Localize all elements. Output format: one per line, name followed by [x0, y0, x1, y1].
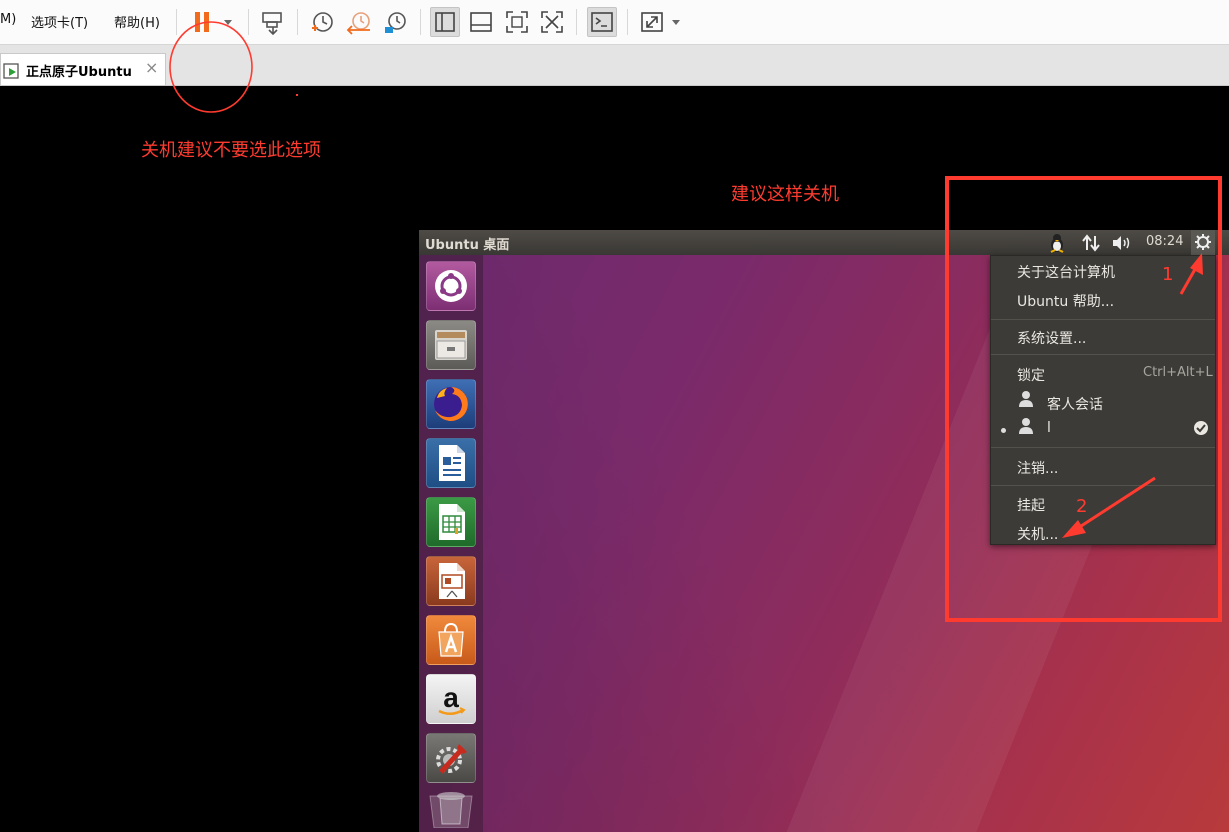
- annotation-overlay: [169, 21, 1222, 622]
- arrow-2-head: [1062, 520, 1086, 538]
- annotation-dot: [296, 94, 298, 96]
- warning-circle: [169, 21, 253, 113]
- recommend-box: [945, 176, 1222, 622]
- recommend-annotation: 建议这样关机: [731, 184, 839, 205]
- step-2-label: 2: [1076, 496, 1088, 517]
- warning-annotation: 关机建议不要选此选项: [141, 140, 321, 161]
- step-1-label: 1: [1162, 264, 1174, 285]
